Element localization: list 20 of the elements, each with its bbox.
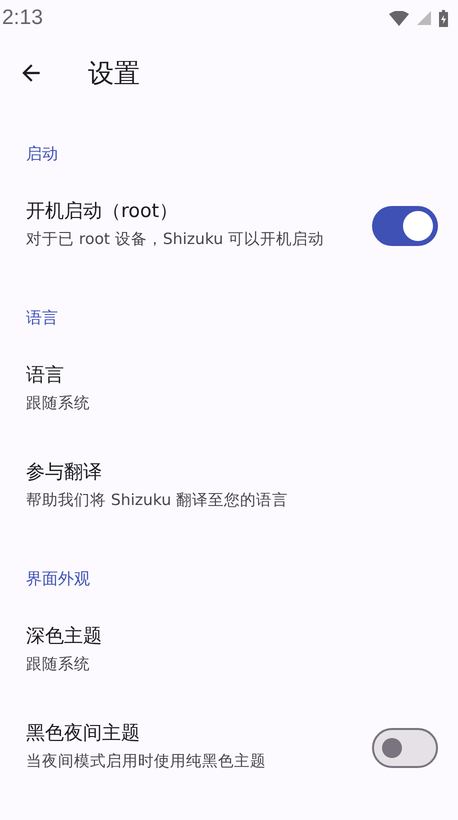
setting-summary: 当夜间模式启用时使用纯黑色主题 [26, 751, 267, 772]
setting-title[interactable]: 参与翻译 [26, 458, 414, 486]
section-header: 界面外观 [25, 568, 91, 590]
setting-summary: 对于已 root 设备，Shizuku 可以开机启动 [26, 229, 326, 250]
battery-icon [439, 10, 448, 26]
setting-title[interactable]: 语言 [26, 361, 414, 389]
toggle-switch[interactable] [372, 206, 438, 246]
screen-title: 设置 [88, 58, 140, 90]
status-time: 2:13 [2, 6, 43, 30]
wifi-icon [389, 10, 409, 26]
signal-icon [417, 11, 431, 25]
setting-summary: 跟随系统 [26, 393, 91, 414]
setting-title[interactable]: 黑色夜间主题 [26, 719, 348, 747]
setting-summary: 帮助我们将 Shizuku 翻译至您的语言 [26, 490, 290, 511]
setting-title[interactable]: 开机启动（root） [26, 197, 348, 225]
section-header: 启动 [25, 143, 59, 165]
setting-title[interactable]: 深色主题 [26, 622, 414, 650]
section-header: 语言 [25, 307, 59, 329]
toggle-switch[interactable] [372, 728, 438, 768]
setting-summary: 跟随系统 [26, 654, 91, 675]
